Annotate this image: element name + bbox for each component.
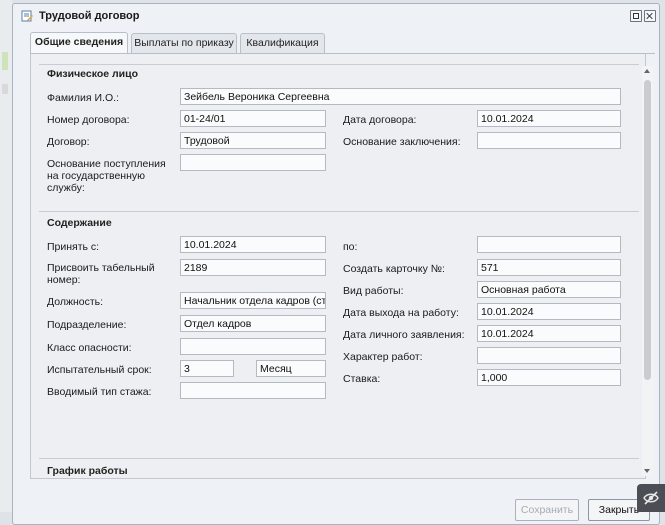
seniority-type-field[interactable] [180, 382, 326, 399]
tab-qualification[interactable]: Квалификация [240, 33, 325, 53]
crossed-eye-icon[interactable] [637, 484, 665, 512]
background-strip [0, 0, 12, 512]
general-panel: Физическое лицо Фамилия И.О.: Зейбель Ве… [30, 54, 646, 479]
section-title: Содержание [47, 217, 112, 229]
rate-field[interactable]: 1,000 [477, 369, 621, 386]
scroll-up-icon[interactable] [642, 66, 653, 76]
save-button[interactable]: Сохранить [515, 499, 579, 521]
work-type-label: Вид работы: [343, 285, 404, 297]
department-label: Подразделение: [47, 319, 127, 331]
contract-date-label: Дата договора: [343, 114, 417, 126]
background-marker [2, 84, 8, 94]
work-type-field[interactable]: Основная работа [477, 281, 621, 298]
accept-from-label: Принять с: [47, 241, 100, 253]
restore-icon[interactable] [630, 10, 642, 22]
danger-class-field[interactable] [180, 338, 326, 355]
position-field[interactable]: Начальник отдела кадров (ст [180, 292, 326, 309]
probation-field[interactable]: 3 [180, 360, 234, 377]
danger-class-label: Класс опасности: [47, 342, 132, 354]
document-edit-icon [21, 10, 33, 22]
accept-from-field[interactable]: 10.01.2024 [180, 236, 326, 253]
window-title: Трудовой договор [39, 10, 140, 22]
probation-label: Испытательный срок: [47, 364, 152, 376]
section-title: График работы [47, 465, 128, 477]
start-date-field[interactable]: 10.01.2024 [477, 303, 621, 320]
card-number-field[interactable]: 571 [477, 259, 621, 276]
probation-unit-select[interactable]: Месяц [256, 360, 326, 377]
application-date-field[interactable]: 10.01.2024 [477, 325, 621, 342]
basis-label: Основание заключения: [343, 136, 461, 148]
civil-service-basis-label: Основание поступления на государственную… [47, 158, 166, 194]
seniority-type-label: Вводимый тип стажа: [47, 386, 152, 398]
contract-number-field[interactable]: 01-24/01 [180, 110, 326, 127]
tab-payments[interactable]: Выплаты по приказу [131, 33, 237, 53]
rate-label: Ставка: [343, 373, 381, 385]
work-nature-field[interactable] [477, 347, 621, 364]
position-label: Должность: [47, 296, 104, 308]
title-bar[interactable]: Трудовой договор [13, 4, 659, 28]
dialog-window: Трудовой договор Общие сведения Выплаты … [12, 3, 660, 525]
vertical-scrollbar[interactable] [642, 66, 653, 476]
basis-field[interactable] [477, 132, 621, 149]
to-field[interactable] [477, 236, 621, 253]
contract-date-field[interactable]: 10.01.2024 [477, 110, 621, 127]
schedule-section: График работы [39, 458, 639, 478]
close-icon[interactable] [644, 10, 656, 22]
scroll-down-icon[interactable] [642, 466, 653, 476]
tab-number-field[interactable]: 2189 [180, 259, 326, 276]
contract-type-field[interactable]: Трудовой [180, 132, 326, 149]
tab-number-label: Присвоить табельный номер: [47, 262, 155, 286]
contract-number-label: Номер договора: [47, 114, 130, 126]
card-number-label: Создать карточку №: [343, 263, 445, 275]
scroll-thumb[interactable] [644, 80, 651, 380]
department-field[interactable]: Отдел кадров [180, 315, 326, 332]
civil-service-basis-field[interactable] [180, 154, 326, 171]
start-date-label: Дата выхода на работу: [343, 307, 459, 319]
application-date-label: Дата личного заявления: [343, 329, 465, 341]
to-label: по: [343, 241, 358, 253]
contract-type-label: Договор: [47, 136, 90, 148]
background-marker [2, 52, 8, 70]
work-nature-label: Характер работ: [343, 351, 423, 363]
tab-general[interactable]: Общие сведения [30, 32, 128, 53]
fio-label: Фамилия И.О.: [47, 92, 119, 104]
section-title: Физическое лицо [47, 68, 139, 80]
fio-field[interactable]: Зейбель Вероника Сергеевна [180, 88, 621, 105]
